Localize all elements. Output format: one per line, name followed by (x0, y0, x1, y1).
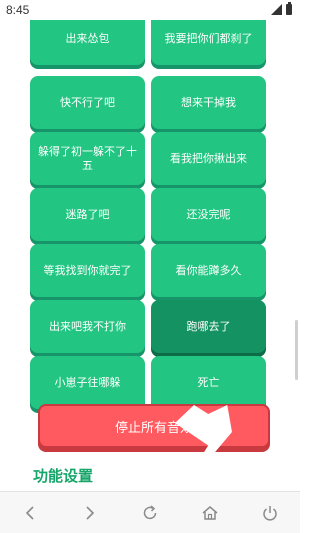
sound-button[interactable]: 迷路了吧 (30, 188, 145, 241)
sound-button[interactable]: 躲得了初一躲不了十五 (30, 132, 145, 185)
sound-button[interactable]: 还没完呢 (151, 188, 266, 241)
battery-icon (286, 2, 292, 15)
settings-section-title: 功能设置 (33, 467, 94, 485)
back-icon[interactable] (15, 498, 45, 528)
sound-button[interactable]: 出来吧我不打你 (30, 300, 145, 353)
sound-button[interactable]: 快不行了吧 (30, 76, 145, 129)
home-icon[interactable] (195, 498, 225, 528)
refresh-icon[interactable] (135, 498, 165, 528)
scrollbar[interactable] (295, 320, 298, 380)
sound-button[interactable]: 看你能蹲多久 (151, 244, 266, 297)
forward-icon[interactable] (75, 498, 105, 528)
status-icons (271, 2, 292, 15)
sound-button[interactable]: 小崽子往哪躲 (30, 356, 145, 409)
sound-button[interactable]: 死亡 (151, 356, 266, 409)
main-content[interactable]: 出来怂包 我要把你们都刹了 快不行了吧 想来干掉我 躲得了初一躲不了十五 看我把… (0, 20, 300, 491)
stop-all-sounds-button[interactable]: 停止所有音效 (38, 404, 270, 448)
sound-button[interactable]: 我要把你们都刹了 (151, 20, 266, 65)
sound-button[interactable]: 想来干掉我 (151, 76, 266, 129)
sound-button-active[interactable]: 跑哪去了 (151, 300, 266, 353)
status-time: 8:45 (6, 3, 30, 17)
signal-icon (271, 4, 282, 15)
status-bar: 8:45 (0, 0, 300, 20)
power-icon[interactable] (255, 498, 285, 528)
sound-button[interactable]: 看我把你揪出来 (151, 132, 266, 185)
sound-button[interactable]: 出来怂包 (30, 20, 145, 65)
browser-nav-bar (0, 491, 300, 533)
sound-button[interactable]: 等我找到你就完了 (30, 244, 145, 297)
